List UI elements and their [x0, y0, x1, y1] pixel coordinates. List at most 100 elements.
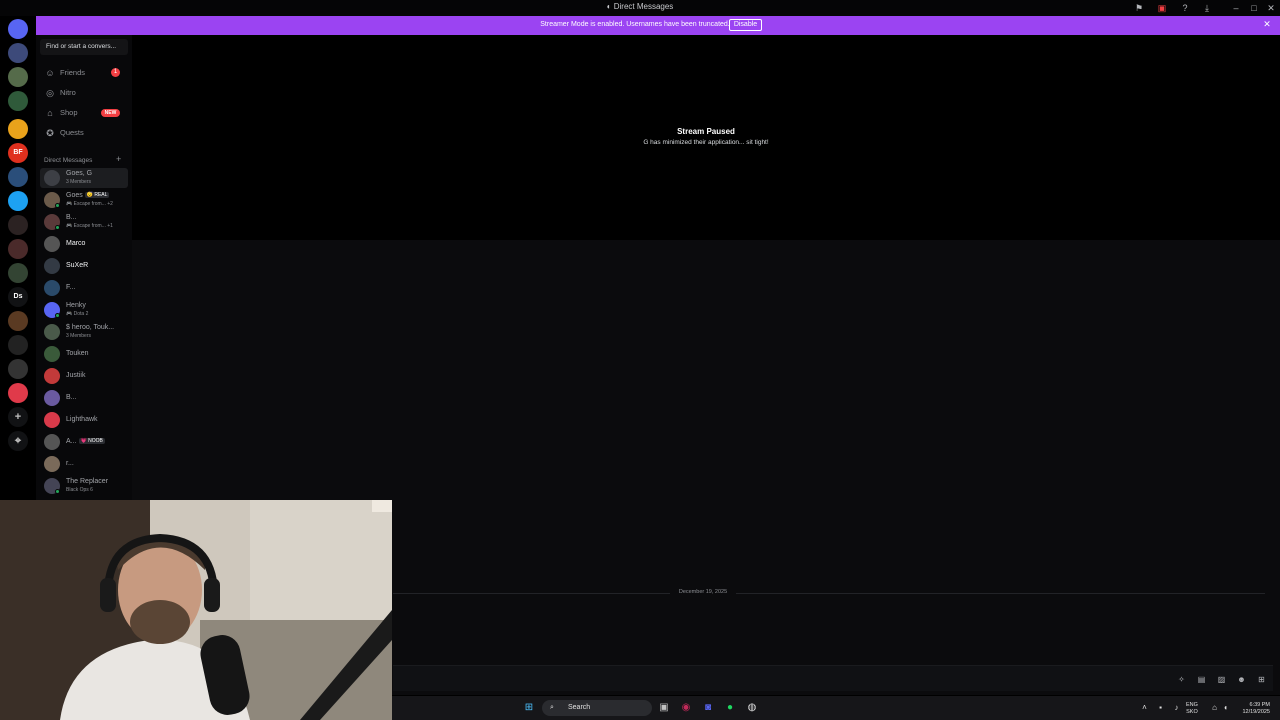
spotify-icon[interactable]: ● [724, 702, 736, 714]
gif-icon[interactable]: ▤ [1197, 675, 1206, 684]
window-title-bar: ◐ Direct Messages ⚑ ▣ ? ⤓ – □ ✕ [0, 0, 1280, 16]
download-icon[interactable]: ⤓ [1202, 3, 1212, 13]
dm-item[interactable]: Goes, G 3 Members [40, 168, 128, 188]
dm-item[interactable]: Marco [40, 234, 128, 254]
inbox-icon[interactable]: ⚑ [1134, 3, 1144, 13]
server-icon[interactable]: BF [8, 143, 28, 163]
discord-taskbar-icon[interactable]: ◙ [702, 702, 714, 714]
chrome-icon[interactable]: ◍ [746, 702, 758, 714]
nav-friends[interactable]: ☺ Friends 1 [40, 64, 128, 82]
dm-avatar [44, 368, 60, 384]
dm-item[interactable]: $ heroo, Touk... 3 Members [40, 322, 128, 342]
windows-start-icon[interactable]: ⊞ [523, 702, 535, 714]
apps-icon[interactable]: ⊞ [1257, 675, 1266, 684]
server-icon[interactable] [8, 67, 28, 87]
dm-item[interactable]: Lighthawk [40, 410, 128, 430]
nav-quests[interactable]: ✪ Quests [40, 124, 128, 142]
dm-avatar [44, 258, 60, 274]
server-icon[interactable] [8, 215, 28, 235]
server-icon[interactable] [8, 91, 28, 111]
search-icon: ⌕ [550, 704, 554, 711]
window-title-text: Direct Messages [613, 2, 674, 11]
dm-activity: 🎮 Escape from... +2 [66, 201, 113, 207]
network-icon[interactable]: ⌂ [1210, 703, 1219, 712]
tray-overflow-icon[interactable]: ˄ [1140, 703, 1149, 712]
screen-share-icon[interactable]: ▣ [1157, 3, 1167, 13]
message-composer[interactable]: ✧ ▤ ▨ ☻ ⊞ [393, 665, 1273, 691]
emoji-icon[interactable]: ☻ [1237, 675, 1246, 684]
dm-item[interactable]: Henky 🎮 Dota 2 [40, 300, 128, 320]
add-server-icon[interactable]: + [8, 407, 28, 427]
dm-item[interactable]: B... 🎮 Escape from... +1 [40, 212, 128, 232]
dm-item[interactable]: F... [40, 278, 128, 298]
nav-nitro[interactable]: ◎ Nitro [40, 84, 128, 102]
taskbar-search[interactable]: ⌕ Search [542, 700, 652, 716]
dm-name: Marco [66, 240, 85, 247]
dm-item[interactable]: Goes 😴 REAL 🎮 Escape from... +2 [40, 190, 128, 210]
dm-avatar [44, 170, 60, 186]
dm-name: Touken [66, 350, 89, 357]
close-window-icon[interactable]: ✕ [1266, 3, 1276, 13]
dm-avatar [44, 390, 60, 406]
nav-shop[interactable]: ⌂ Shop NEW [40, 104, 128, 122]
clock-date: 12/19/2025 [1242, 709, 1270, 715]
dm-item[interactable]: Justiik [40, 366, 128, 386]
server-icon[interactable] [8, 239, 28, 259]
dm-avatar [44, 236, 60, 252]
dm-name-text: B... [66, 214, 77, 221]
server-icon[interactable] [8, 383, 28, 403]
gift-icon[interactable]: ✧ [1177, 675, 1186, 684]
volume-icon[interactable]: ◖ [1221, 703, 1230, 712]
discover-icon[interactable]: ⌖ [8, 431, 28, 451]
server-icon[interactable] [8, 191, 28, 211]
server-icon[interactable] [8, 359, 28, 379]
dm-name-text: B... [66, 394, 77, 401]
webcam-overlay [0, 500, 392, 720]
server-icon[interactable] [8, 167, 28, 187]
date-divider [393, 593, 1265, 594]
minimize-icon[interactable]: – [1231, 3, 1241, 13]
stream-paused-title: Stream Paused [677, 127, 735, 136]
find-conversation-input[interactable]: Find or start a convers... [40, 39, 128, 55]
server-icon[interactable] [8, 263, 28, 283]
stream-paused-subtitle: G has minimized their application... sit… [643, 139, 769, 146]
dm-item[interactable]: B... [40, 388, 128, 408]
create-dm-icon[interactable]: + [116, 154, 121, 164]
dm-avatar [44, 456, 60, 472]
task-view-icon[interactable]: ▣ [658, 702, 670, 714]
disable-streamer-mode-button[interactable]: Disable [729, 19, 762, 31]
clock[interactable]: 6:39 PM 12/19/2025 [1234, 702, 1270, 716]
quests-icon: ✪ [46, 128, 54, 138]
app-icon[interactable]: ◉ [680, 702, 692, 714]
streamer-mode-banner: Streamer Mode is enabled. Usernames have… [36, 16, 1280, 35]
keyboard-layout: SKO [1186, 709, 1198, 715]
dm-tag: 💗 NOOB [78, 438, 105, 445]
server-icon[interactable] [8, 119, 28, 139]
microphone-icon[interactable]: ♪ [1172, 703, 1181, 712]
dm-name-text: Lighthawk [66, 416, 98, 423]
server-icon[interactable] [8, 43, 28, 63]
dm-name-text: Goes, G [66, 170, 93, 177]
dm-avatar [44, 346, 60, 362]
stream-view[interactable] [132, 35, 1280, 240]
sticker-icon[interactable]: ▨ [1217, 675, 1226, 684]
dm-item[interactable]: The Replacer Black Ops 6 [40, 476, 128, 496]
date-divider-label: December 19, 2025 [670, 589, 736, 595]
maximize-icon[interactable]: □ [1249, 3, 1259, 13]
dm-item[interactable]: Touken [40, 344, 128, 364]
dm-name-text: The Replacer [66, 478, 109, 485]
dm-name-text: r... [66, 460, 74, 467]
dm-item[interactable]: r... [40, 454, 128, 474]
server-icon[interactable] [8, 311, 28, 331]
dm-item[interactable]: A... 💗 NOOB [40, 432, 128, 452]
dm-item[interactable]: SuXeR [40, 256, 128, 276]
new-badge: NEW [101, 109, 120, 117]
discord-home-icon[interactable] [8, 19, 28, 39]
tray-app-icon[interactable]: ▪ [1156, 703, 1165, 712]
close-banner-icon[interactable]: ✕ [1262, 19, 1272, 29]
input-language[interactable]: ENG SKO [1186, 702, 1198, 716]
help-icon[interactable]: ? [1180, 3, 1190, 13]
dm-activity: Black Ops 6 [66, 487, 93, 493]
server-icon[interactable] [8, 335, 28, 355]
server-icon[interactable]: Ds [8, 287, 28, 307]
